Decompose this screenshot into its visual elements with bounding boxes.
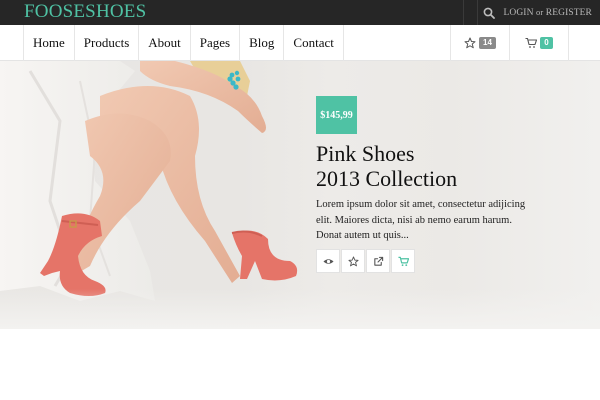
nav-item-pages[interactable]: Pages	[191, 25, 241, 61]
hero-description: Lorem ipsum dolor sit amet, consectetur …	[316, 199, 526, 241]
search-button[interactable]	[477, 0, 499, 25]
account-area: LOGIN or REGISTER	[477, 0, 600, 25]
star-icon	[464, 37, 476, 49]
nav-item-contact[interactable]: Contact	[284, 25, 344, 61]
nav-item-about[interactable]: About	[139, 25, 191, 61]
open-details-button[interactable]	[366, 249, 390, 273]
wishlist-count-badge: 14	[479, 37, 496, 49]
hero-banner: $145,99 Pink Shoes 2013 Collection Lorem…	[0, 61, 600, 329]
hero-title-line-1: Pink Shoes	[316, 141, 415, 166]
cart-icon	[397, 256, 409, 266]
price-tag: $145,99	[316, 96, 357, 134]
star-icon	[347, 255, 359, 266]
add-to-cart-button[interactable]	[391, 249, 415, 273]
top-bar: FOOSESHOES LOGIN or REGISTER	[0, 0, 600, 25]
hero-floor	[0, 289, 600, 329]
cart-icon	[525, 37, 538, 48]
external-link-icon	[373, 256, 383, 266]
quick-view-button[interactable]	[316, 249, 340, 273]
nav-item-blog[interactable]: Blog	[240, 25, 285, 61]
or-text: or	[536, 7, 544, 17]
auth-links: LOGIN or REGISTER	[499, 7, 600, 18]
hero-title-line-2: 2013 Collection	[316, 166, 458, 191]
wishlist-button[interactable]: 14	[451, 25, 510, 61]
cart-button[interactable]: 0	[510, 25, 569, 61]
nav-item-products[interactable]: Products	[75, 25, 140, 61]
nav-menu: Home Products About Pages Blog Contact	[23, 25, 344, 61]
add-to-wishlist-button[interactable]	[341, 249, 365, 273]
cart-count-badge: 0	[540, 37, 553, 49]
product-actions	[316, 249, 416, 273]
site-logo[interactable]: FOOSESHOES	[24, 1, 146, 23]
login-link[interactable]: LOGIN	[503, 8, 533, 18]
hero-title: Pink Shoes 2013 Collection	[316, 141, 457, 191]
search-icon	[483, 7, 495, 19]
nav-utilities: 14 0	[450, 25, 569, 61]
main-nav: Home Products About Pages Blog Contact 1…	[0, 25, 600, 61]
topbar-divider	[463, 0, 464, 25]
eye-icon	[322, 258, 334, 264]
register-link[interactable]: REGISTER	[546, 8, 592, 18]
nav-item-home[interactable]: Home	[24, 25, 75, 61]
